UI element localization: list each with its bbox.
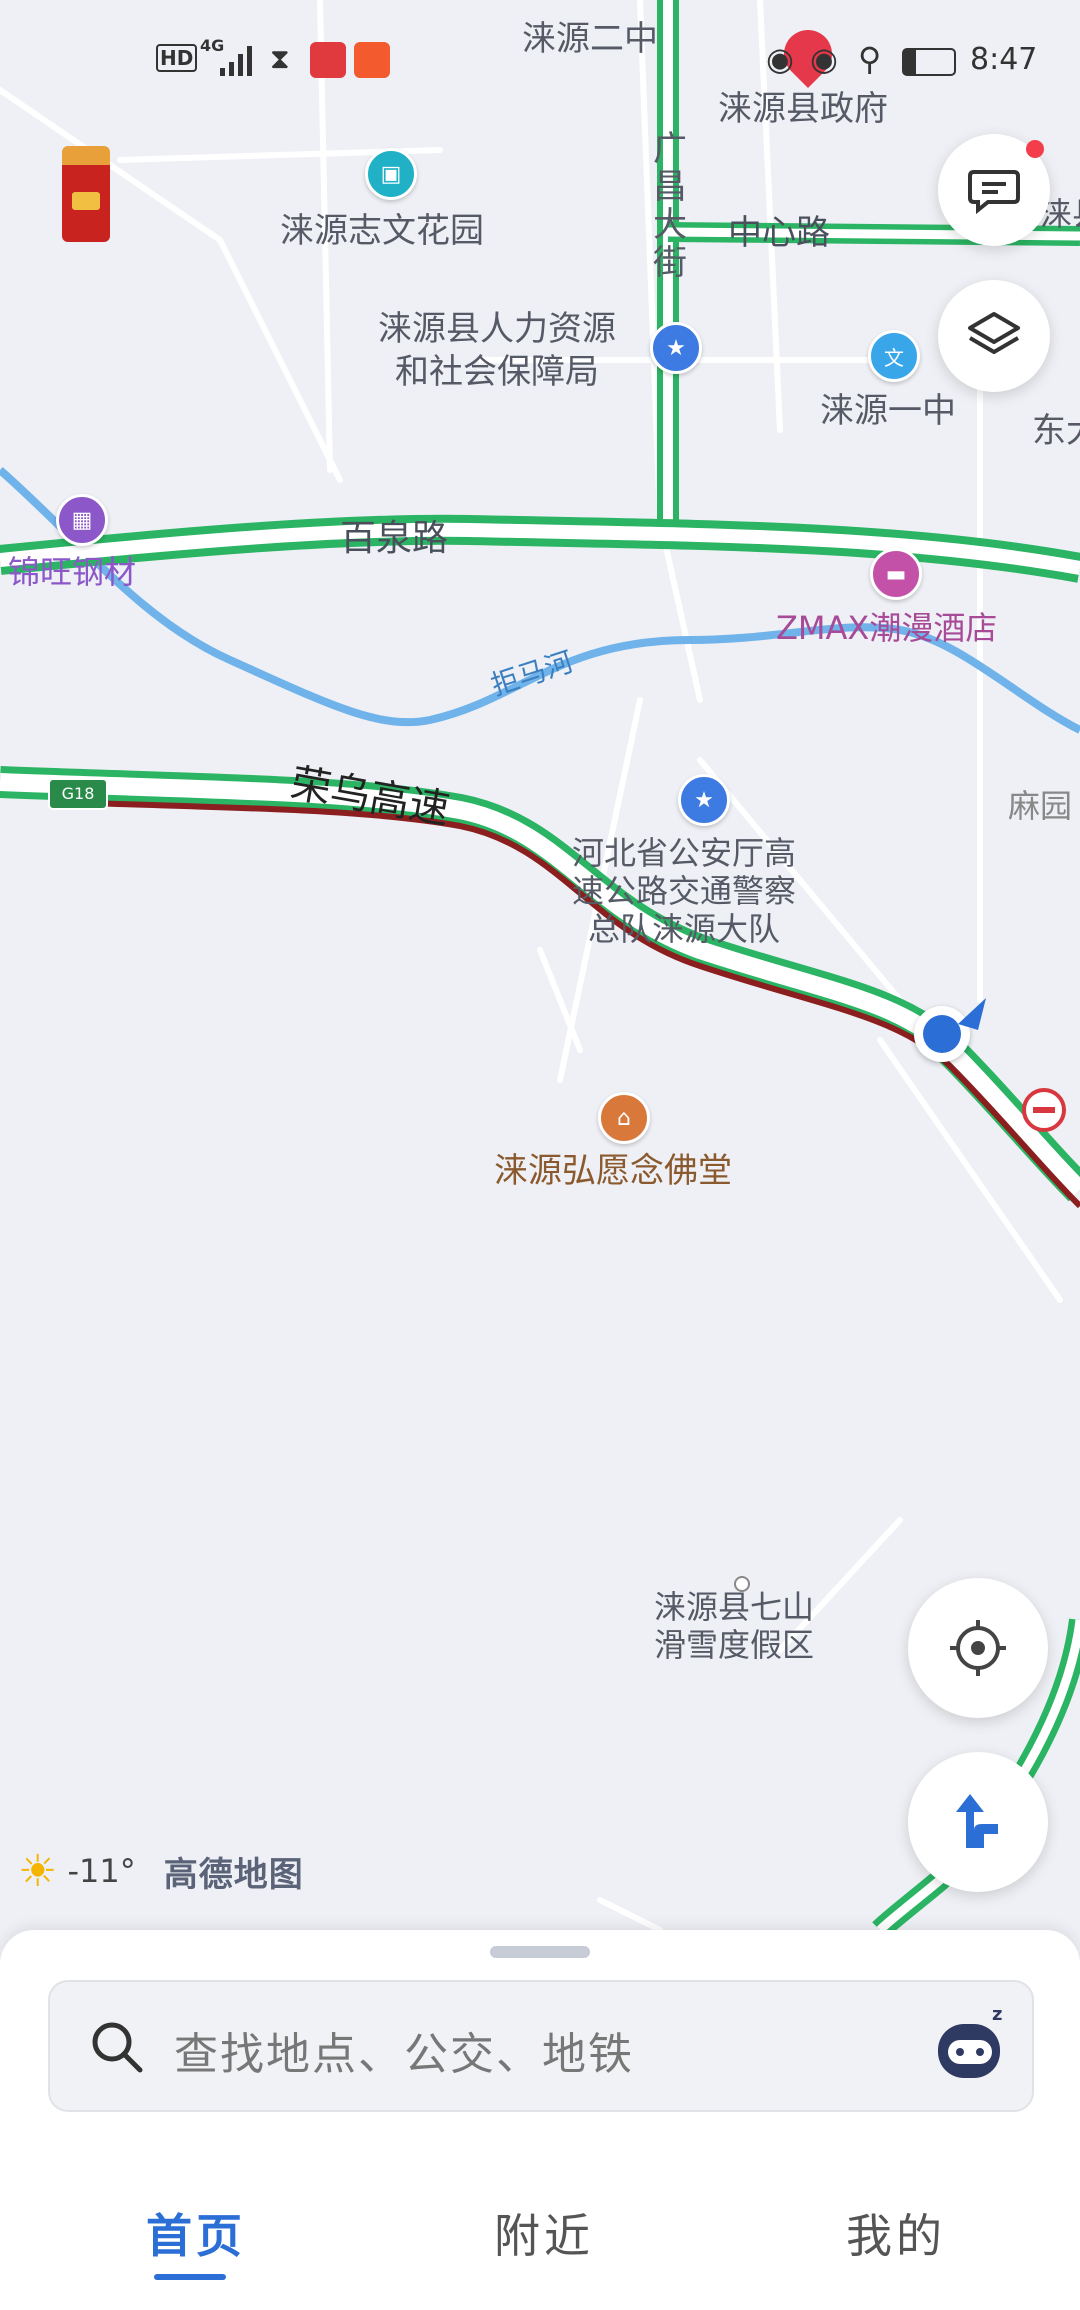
tab-home-indicator bbox=[154, 2274, 226, 2280]
eye-icon: ◉ bbox=[810, 40, 838, 78]
bottom-sheet[interactable]: 查找地点、公交、地铁 z bbox=[0, 1930, 1080, 2160]
message-icon bbox=[968, 170, 1020, 215]
drag-handle[interactable] bbox=[490, 1946, 590, 1958]
star-icon[interactable]: ★ bbox=[650, 322, 702, 374]
g18-shield: G18 bbox=[48, 778, 108, 810]
shop-icon[interactable]: ▦ bbox=[56, 494, 108, 546]
poi-laiyuan-no1-middle[interactable]: 涞源一中 bbox=[820, 390, 956, 433]
tab-nearby[interactable]: 附近 bbox=[494, 2200, 594, 2266]
navigate-button[interactable] bbox=[908, 1752, 1048, 1892]
poi-zmax-hotel[interactable]: ZMAX潮漫酒店 bbox=[776, 608, 997, 648]
eye-icon: ◉ bbox=[766, 40, 794, 78]
hotel-icon[interactable]: ▬ bbox=[870, 548, 922, 600]
app-badge-icon bbox=[310, 42, 346, 78]
video-app-icon bbox=[354, 42, 390, 78]
tab-bar: 首页 附近 我的 bbox=[0, 2160, 1080, 2310]
poi-mayuan[interactable]: 麻园 bbox=[1008, 786, 1072, 826]
hd-badge: HD bbox=[156, 44, 198, 72]
no-entry-icon bbox=[1022, 1088, 1066, 1132]
robot-assistant-icon[interactable]: z bbox=[934, 2004, 1006, 2082]
locate-button[interactable] bbox=[908, 1578, 1048, 1718]
search-input[interactable]: 查找地点、公交、地铁 bbox=[174, 2018, 634, 2082]
star-icon[interactable]: ★ bbox=[678, 774, 730, 826]
temperature-label: -11° bbox=[67, 1852, 136, 1890]
signal-bars-icon bbox=[220, 46, 252, 76]
promo-gift-icon[interactable] bbox=[62, 146, 110, 242]
hourglass-icon: ⧗ bbox=[270, 42, 290, 75]
search-icon bbox=[92, 2022, 143, 2073]
poi-jinwang-steel[interactable]: 锦旺钢材 bbox=[8, 552, 136, 592]
amap-brand-label: 高德地图 bbox=[163, 1854, 304, 1895]
poi-highway-police[interactable]: 河北省公安厅高 速公路交通警察 总队涞源大队 bbox=[572, 834, 796, 948]
poi-east-partial[interactable]: 东大 bbox=[1032, 410, 1080, 453]
poi-county-government[interactable]: 涞源县政府 bbox=[718, 88, 888, 131]
poi-buddha-hall[interactable]: 涞源弘愿念佛堂 bbox=[494, 1150, 732, 1193]
weather-widget[interactable]: ☀ -11° 高德地图 bbox=[18, 1845, 304, 1897]
school-icon[interactable]: 文 bbox=[868, 330, 920, 382]
layers-button[interactable] bbox=[938, 280, 1050, 392]
search-bar[interactable]: 查找地点、公交、地铁 z bbox=[48, 1980, 1034, 2112]
layers-icon bbox=[968, 312, 1020, 354]
clock: 8:47 bbox=[970, 42, 1038, 77]
road-label-guangchang: 广昌大街 bbox=[653, 129, 687, 283]
location-pin-icon: ⚲ bbox=[858, 40, 882, 78]
status-bar: HD 4G ⧗ ◉ ◉ ⚲ 8:47 bbox=[0, 36, 1080, 86]
tab-mine[interactable]: 我的 bbox=[846, 2200, 946, 2266]
tab-home[interactable]: 首页 bbox=[146, 2200, 246, 2266]
road-label-baiquan: 百泉路 bbox=[340, 518, 449, 559]
building-icon[interactable]: ▣ bbox=[365, 148, 417, 200]
road-label-center: 中心路 bbox=[728, 213, 830, 253]
notification-dot bbox=[1026, 140, 1044, 158]
g18-label: G18 bbox=[61, 784, 95, 803]
poi-hr-bureau[interactable]: 涞源县人力资源 和社会保障局 bbox=[378, 308, 616, 393]
message-button[interactable] bbox=[938, 134, 1050, 246]
navigate-icon bbox=[956, 1794, 998, 1848]
heading-arrow-icon bbox=[958, 998, 986, 1030]
poi-ski-resort[interactable]: 涞源县七山 滑雪度假区 bbox=[654, 1588, 814, 1664]
battery-icon bbox=[902, 48, 956, 76]
sun-icon: ☀ bbox=[18, 1845, 58, 1897]
river-line bbox=[0, 466, 1080, 734]
temple-icon[interactable]: ⌂ bbox=[598, 1092, 650, 1144]
locate-icon bbox=[950, 1620, 1006, 1676]
poi-zhiwen-garden[interactable]: 涞源志文花园 bbox=[280, 210, 484, 253]
